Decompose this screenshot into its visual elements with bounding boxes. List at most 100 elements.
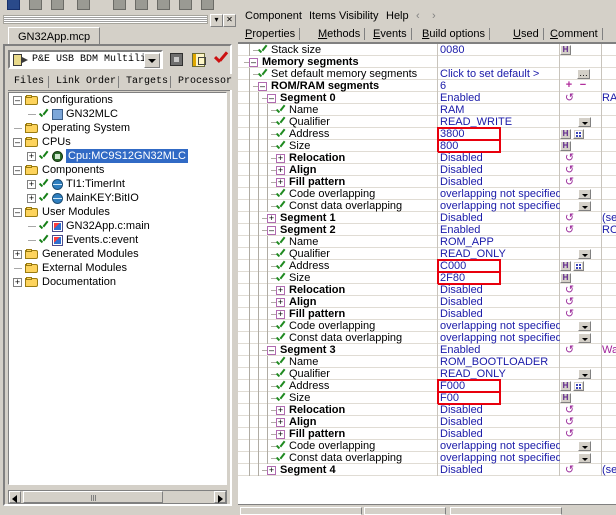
row-value-cell[interactable]: Enabled xyxy=(438,92,560,104)
row-value-cell[interactable]: Disabled xyxy=(438,464,560,476)
toolbar-button-1[interactable] xyxy=(4,0,23,13)
grid-row[interactable]: + Relocation Disabled ↺ xyxy=(238,404,616,416)
toolbar-button-6[interactable] xyxy=(132,0,151,13)
reset-to-default-icon[interactable]: ↺ xyxy=(564,93,575,104)
row-value-cell[interactable]: Click to set default > xyxy=(438,68,560,80)
grid-row[interactable]: Const data overlapping overlapping not sp… xyxy=(238,452,616,464)
tab-files[interactable]: Files xyxy=(8,74,50,90)
project-tree[interactable]: – Configurations GN32MLC Operating System – C… xyxy=(8,92,227,485)
row-value-cell[interactable]: 2F80 xyxy=(438,272,560,284)
grid-expander-minus-icon[interactable]: – xyxy=(267,94,276,103)
row-value-cell[interactable]: Disabled xyxy=(438,308,560,320)
memory-map-button[interactable] xyxy=(573,261,584,271)
tree-item[interactable]: – Configurations xyxy=(9,93,226,107)
tree-item[interactable]: – Components xyxy=(9,163,226,177)
toolbar-button-2[interactable] xyxy=(26,0,45,13)
grid-expander-plus-icon[interactable]: + xyxy=(276,406,285,415)
remove-segment-button[interactable]: − xyxy=(578,80,588,91)
reset-to-default-icon[interactable]: ↺ xyxy=(564,429,575,440)
tree-item[interactable]: – User Modules xyxy=(9,205,226,219)
reset-to-default-icon[interactable]: ↺ xyxy=(564,165,575,176)
reset-to-default-icon[interactable]: ↺ xyxy=(564,177,575,188)
row-value-cell[interactable]: Enabled xyxy=(438,224,560,236)
grid-row[interactable]: Const data overlapping overlapping not sp… xyxy=(238,332,616,344)
grid-row[interactable]: Set default memory segments Click to set … xyxy=(238,68,616,80)
grid-expander-plus-icon[interactable]: + xyxy=(276,418,285,427)
row-value-cell[interactable]: F00 xyxy=(438,392,560,404)
row-value-cell[interactable]: overlapping not specified xyxy=(438,320,560,332)
toolbar-button-5[interactable] xyxy=(110,0,129,13)
reset-to-default-icon[interactable]: ↺ xyxy=(564,225,575,236)
tree-item[interactable]: Events.c:event xyxy=(9,233,226,247)
tab-comment[interactable]: Comment xyxy=(545,26,603,42)
target-chip-icon[interactable] xyxy=(168,51,186,69)
row-value-cell[interactable]: ROM_BOOTLOADER xyxy=(438,356,560,368)
tree-expander-plus-icon[interactable]: + xyxy=(27,194,36,203)
toolbar-button-7[interactable] xyxy=(154,0,173,13)
build-options-grid[interactable]: Stack size 0080 H – Memory segments Set defau… xyxy=(238,43,616,509)
row-value-cell[interactable]: overlapping not specified xyxy=(438,200,560,212)
row-value-cell[interactable]: Disabled xyxy=(438,416,560,428)
row-value-cell[interactable]: ROM_APP xyxy=(438,236,560,248)
row-value-cell[interactable]: READ_ONLY xyxy=(438,248,560,260)
memory-map-button[interactable] xyxy=(573,381,584,391)
toolbar-button-9[interactable] xyxy=(198,0,217,13)
toolbar-button-4[interactable] xyxy=(74,0,93,13)
bean-settings-icon[interactable] xyxy=(190,51,208,69)
scroll-right-arrow-icon[interactable] xyxy=(214,491,226,503)
dropdown-button[interactable] xyxy=(578,189,591,199)
row-value-cell[interactable]: overlapping not specified xyxy=(438,440,560,452)
toolbar-button-8[interactable] xyxy=(176,0,195,13)
dropdown-button[interactable] xyxy=(578,249,591,259)
grid-row[interactable]: Const data overlapping overlapping not sp… xyxy=(238,200,616,212)
row-value-cell[interactable]: overlapping not specified xyxy=(438,332,560,344)
menu-items-visibility[interactable]: Items Visibility xyxy=(305,9,382,24)
row-value-cell[interactable] xyxy=(438,56,560,68)
hscroll-thumb[interactable] xyxy=(23,491,163,503)
row-value-cell[interactable]: overlapping not specified xyxy=(438,188,560,200)
grid-row[interactable]: + Fill pattern Disabled ↺ xyxy=(238,176,616,188)
grid-expander-minus-icon[interactable]: – xyxy=(249,58,258,67)
grid-row[interactable]: Code overlapping overlapping not specifie… xyxy=(238,320,616,332)
grid-row[interactable]: + Relocation Disabled ↺ xyxy=(238,284,616,296)
grid-row[interactable]: –Segment 2Enabled↺ROM_AP xyxy=(238,224,616,236)
browse-button[interactable]: … xyxy=(577,69,590,79)
add-segment-button[interactable]: + xyxy=(564,80,574,91)
tab-build-options[interactable]: Build options xyxy=(417,26,490,42)
hex-format-button[interactable]: H xyxy=(560,141,571,151)
row-value-cell[interactable]: READ_ONLY xyxy=(438,368,560,380)
tree-item[interactable]: + MainKEY:BitIO xyxy=(9,191,226,205)
red-check-icon[interactable] xyxy=(212,51,230,69)
grid-expander-plus-icon[interactable]: + xyxy=(276,286,285,295)
grid-row[interactable]: – Memory segments xyxy=(238,56,616,68)
row-value-cell[interactable]: Disabled xyxy=(438,164,560,176)
chevron-down-icon[interactable] xyxy=(144,53,160,68)
grid-expander-plus-icon[interactable]: + xyxy=(276,154,285,163)
row-value-cell[interactable]: 800 xyxy=(438,140,560,152)
grid-row[interactable]: –Segment 3Enabled↺Warning xyxy=(238,344,616,356)
grid-row[interactable]: + Align Disabled ↺ xyxy=(238,416,616,428)
tab-methods[interactable]: Methods xyxy=(313,26,366,42)
tree-expander-plus-icon[interactable]: + xyxy=(27,152,36,161)
row-value-cell[interactable]: 3800 xyxy=(438,128,560,140)
reset-to-default-icon[interactable]: ↺ xyxy=(564,153,575,164)
menu-help[interactable]: Help xyxy=(382,9,413,24)
grid-row[interactable]: + Segment 1 Disabled ↺ (segment xyxy=(238,212,616,224)
reset-to-default-icon[interactable]: ↺ xyxy=(564,213,575,224)
tree-item[interactable]: + Cpu:MC9S12GN32MLC xyxy=(9,149,226,163)
tree-item[interactable]: External Modules xyxy=(9,261,226,275)
dropdown-button[interactable] xyxy=(578,453,591,463)
grid-expander-plus-icon[interactable]: + xyxy=(276,430,285,439)
grid-row[interactable]: Address 3800 H xyxy=(238,128,616,140)
row-value-cell[interactable]: 6 xyxy=(438,80,560,92)
grid-row[interactable]: Qualifier READ_ONLY xyxy=(238,368,616,380)
tab-properties[interactable]: Properties xyxy=(240,26,301,42)
grid-expander-minus-icon[interactable]: – xyxy=(267,226,276,235)
row-value-cell[interactable]: C000 xyxy=(438,260,560,272)
tree-item[interactable]: + Generated Modules xyxy=(9,247,226,261)
row-value-cell[interactable]: Disabled xyxy=(438,152,560,164)
grid-row[interactable]: Code overlapping overlapping not specifie… xyxy=(238,440,616,452)
grid-expander-minus-icon[interactable]: – xyxy=(267,346,276,355)
tree-item[interactable]: – CPUs xyxy=(9,135,226,149)
grid-expander-plus-icon[interactable]: + xyxy=(276,178,285,187)
